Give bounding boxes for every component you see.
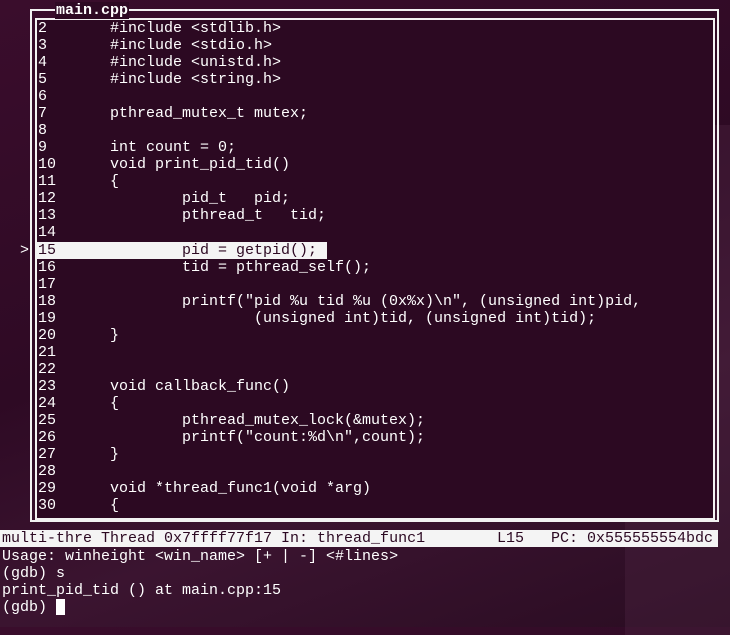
source-window-title: main.cpp (55, 2, 130, 19)
command-output-line: print_pid_tid () at main.cpp:15 (2, 582, 282, 599)
line-number: 30 (38, 497, 57, 515)
line-code: { (110, 497, 120, 515)
line-number: 4 (38, 54, 48, 72)
line-number: 18 (38, 292, 57, 310)
line-number: 13 (38, 207, 57, 225)
line-code: pthread_mutex_lock(&mutex); (110, 411, 426, 429)
line-code: #include <string.h> (110, 71, 282, 89)
status-line: L15 (497, 530, 525, 547)
line-code: void *thread_func1(void *arg) (110, 480, 372, 498)
line-number: 12 (38, 190, 57, 208)
line-code: } (110, 326, 120, 344)
gdb-prompt-input[interactable]: (gdb) (2, 599, 66, 616)
line-number: 7 (38, 105, 48, 123)
line-code: printf("pid %u tid %u (0x%x)\n", (unsign… (110, 292, 642, 310)
line-number: 5 (38, 71, 48, 89)
line-code: } (110, 446, 120, 463)
line-number: 21 (38, 343, 57, 361)
command-output-line: Usage: winheight <win_name> [+ | -] <#li… (2, 548, 399, 565)
line-number: 2 (38, 20, 48, 37)
line-code: void print_pid_tid() (110, 156, 291, 174)
line-number: 17 (38, 275, 57, 293)
line-code: void callback_func() (110, 377, 291, 395)
line-number: 16 (38, 258, 57, 276)
line-number: 10 (38, 156, 57, 174)
line-code: pthread_mutex_t mutex; (110, 105, 309, 123)
line-code: { (110, 173, 120, 191)
line-code: #include <unistd.h> (110, 54, 282, 72)
line-number: 14 (38, 224, 57, 242)
text-cursor (56, 599, 66, 615)
line-number: 6 (38, 88, 48, 106)
line-code: (unsigned int)tid, (unsigned int)tid); (110, 309, 597, 327)
line-number: 23 (38, 377, 57, 395)
line-code: tid = pthread_self(); (110, 258, 372, 276)
line-number: 3 (38, 37, 48, 55)
status-target: multi-thre Thread 0x7ffff77f17 In: threa… (2, 530, 426, 547)
line-code: pid = getpid(); (110, 241, 318, 259)
line-number: 22 (38, 360, 57, 378)
line-code: #include <stdio.h> (110, 37, 273, 55)
line-number: 11 (38, 173, 57, 191)
line-number: 28 (38, 463, 57, 481)
line-number: 9 (38, 139, 48, 157)
line-number: 20 (38, 326, 57, 344)
line-code: { (110, 394, 120, 412)
line-number: 8 (38, 122, 48, 140)
gdb-prompt: (gdb) (2, 599, 57, 616)
line-code: int count = 0; (110, 139, 237, 157)
line-code: #include <stdlib.h> (110, 20, 282, 37)
line-number: 19 (38, 309, 57, 327)
line-code: printf("count:%d\n",count); (110, 428, 426, 446)
status-pc: PC: 0x555555554bdc (551, 530, 714, 547)
line-number: 29 (38, 480, 57, 498)
line-code: pthread_t tid; (110, 207, 327, 225)
line-code: pid_t pid; (110, 190, 291, 208)
command-output-line: (gdb) s (2, 565, 66, 582)
current-line-marker: > (20, 241, 30, 259)
line-number: 24 (38, 394, 57, 412)
line-number: 26 (38, 428, 57, 446)
status-bar: multi-thre Thread 0x7ffff77f17 In: threa… (0, 530, 718, 547)
line-number: 27 (38, 446, 57, 463)
line-number: 15 (38, 241, 57, 259)
line-number: 25 (38, 411, 57, 429)
